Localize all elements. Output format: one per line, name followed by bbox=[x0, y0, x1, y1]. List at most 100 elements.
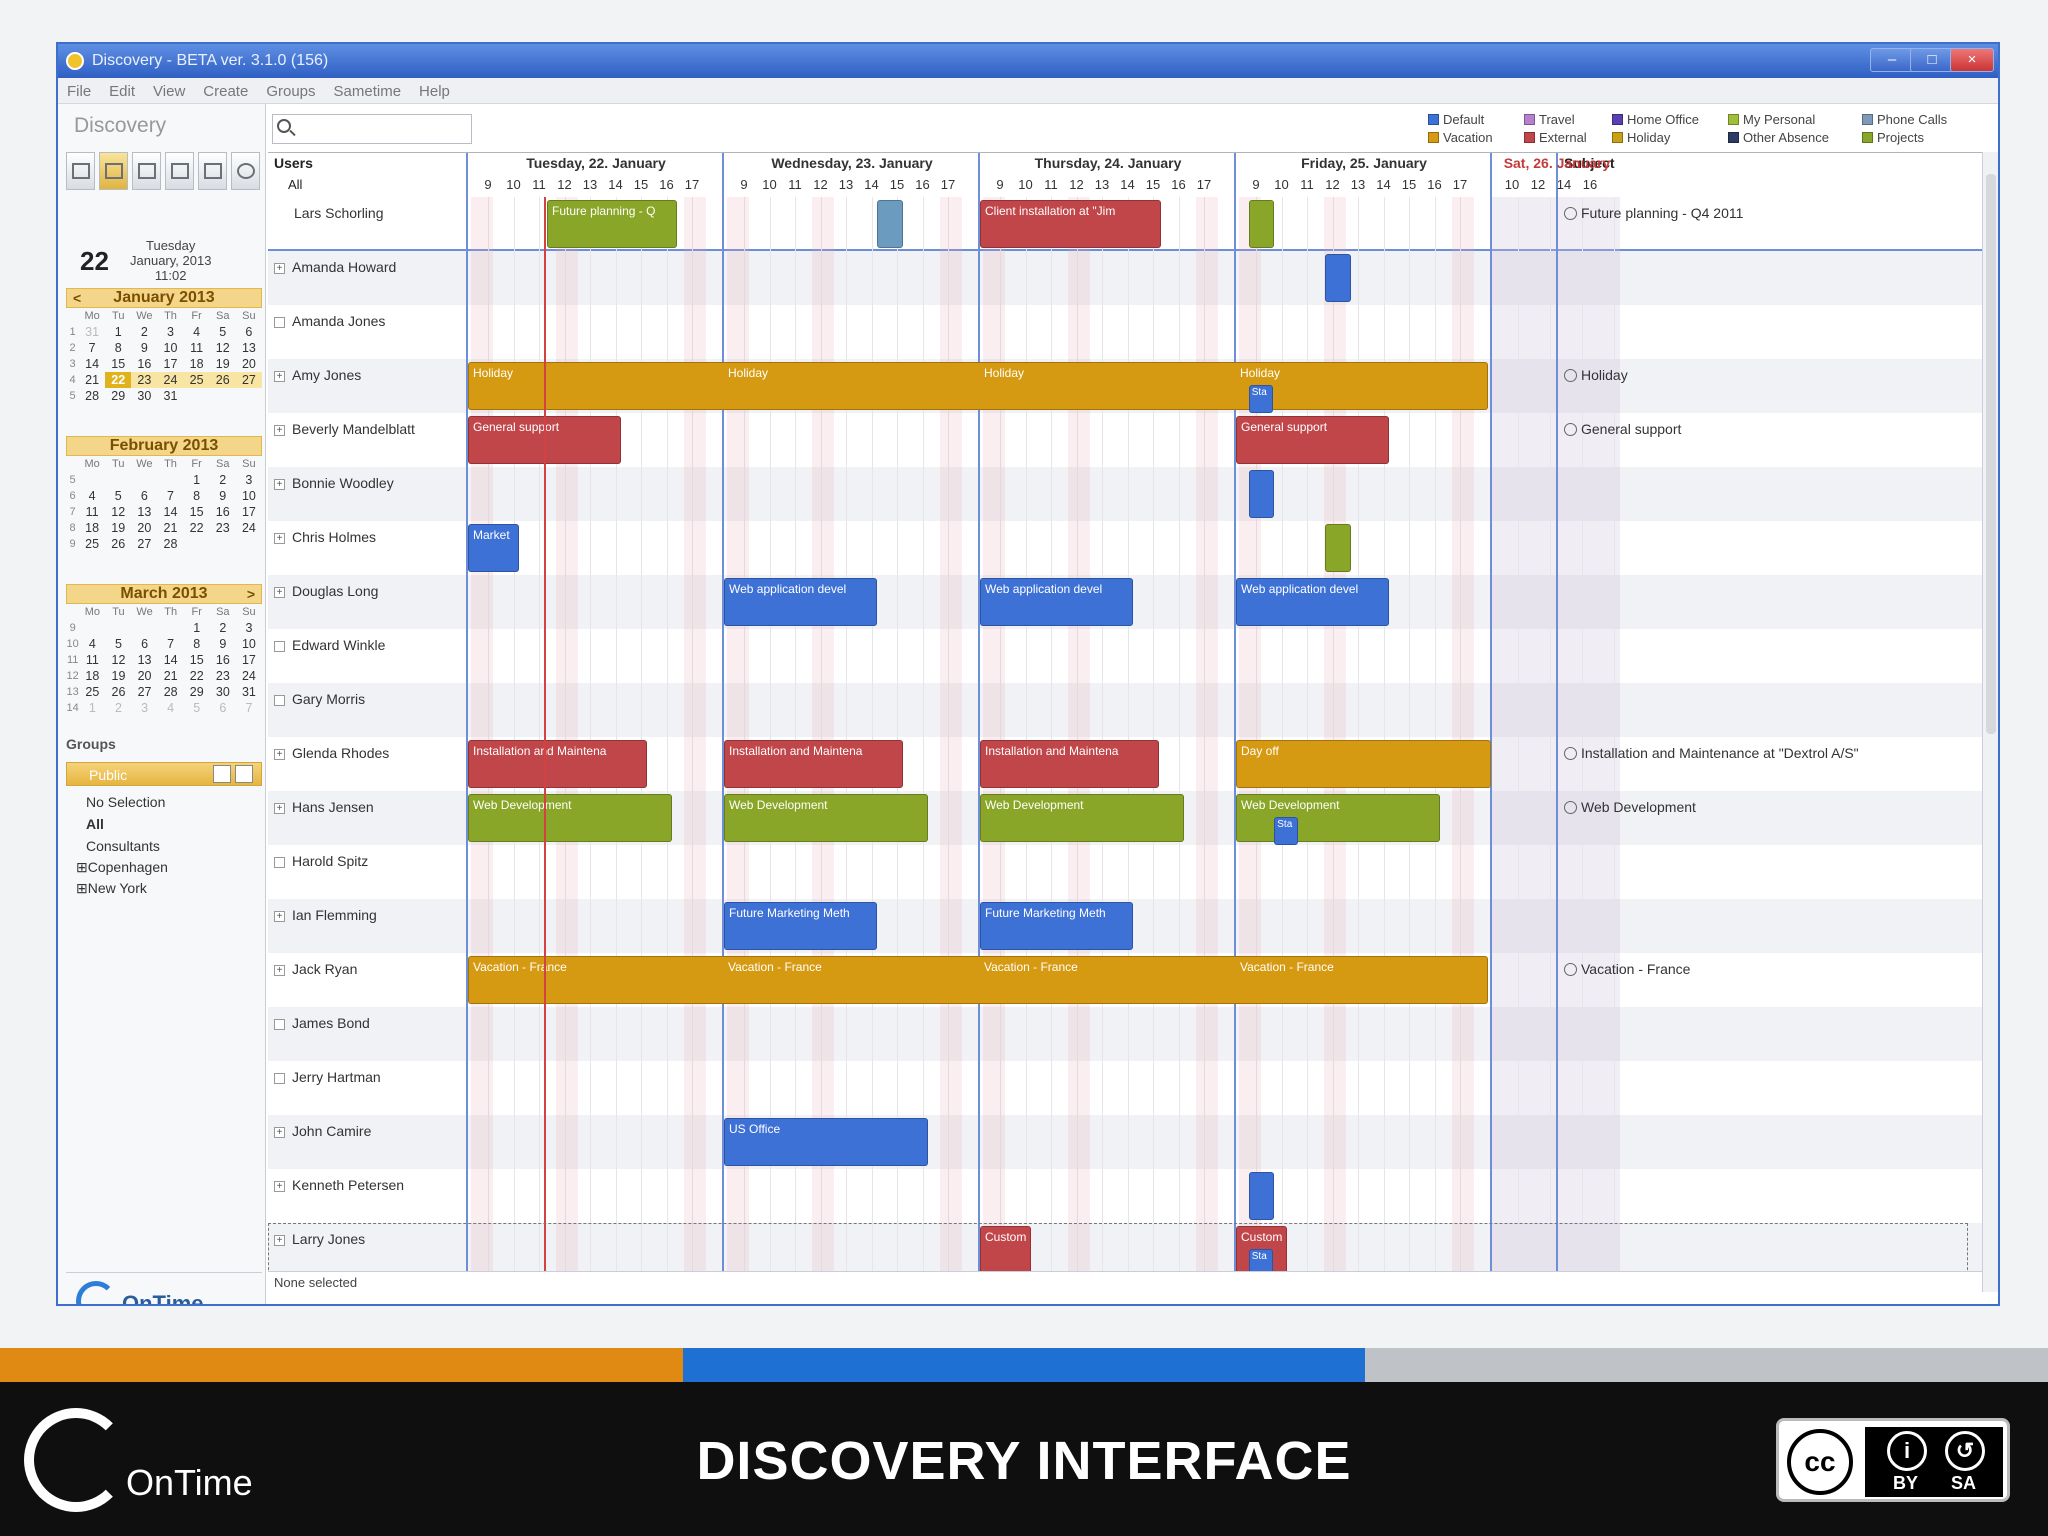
user-name[interactable]: Amanda Howard bbox=[292, 259, 396, 275]
calendar-day[interactable]: 2 bbox=[105, 700, 131, 716]
user-name[interactable]: Lars Schorling bbox=[294, 205, 384, 221]
calendar-day[interactable]: 24 bbox=[236, 668, 262, 684]
calendar-day[interactable]: 5 bbox=[184, 700, 210, 716]
user-row[interactable] bbox=[268, 1007, 1996, 1061]
menu-groups[interactable]: Groups bbox=[257, 78, 324, 100]
expand-icon[interactable] bbox=[274, 1073, 285, 1084]
view-folder-button[interactable] bbox=[198, 152, 227, 190]
day-header[interactable]: Thursday, 24. January bbox=[980, 155, 1236, 171]
calendar-day[interactable]: 3 bbox=[236, 620, 262, 636]
calendar-day[interactable]: 18 bbox=[184, 356, 210, 372]
calendar-day[interactable]: 5 bbox=[105, 488, 131, 504]
calendar-event[interactable]: Holiday bbox=[468, 362, 1488, 410]
user-name[interactable]: Ian Flemming bbox=[292, 907, 377, 923]
calendar-day[interactable]: 24 bbox=[157, 372, 184, 388]
calendar-day[interactable]: 7 bbox=[158, 636, 184, 652]
expand-icon[interactable]: + bbox=[274, 371, 285, 382]
view-timeline-button[interactable] bbox=[165, 152, 194, 190]
calendar-day[interactable]: 6 bbox=[132, 636, 158, 652]
calendar-day[interactable]: 9 bbox=[131, 340, 157, 356]
expand-icon[interactable]: + bbox=[274, 479, 285, 490]
calendar-day[interactable]: 13 bbox=[132, 652, 158, 668]
calendar-day[interactable]: 26 bbox=[209, 372, 236, 388]
event-label[interactable]: Vacation - France bbox=[984, 960, 1078, 974]
calendar-day[interactable]: 27 bbox=[132, 684, 158, 700]
calendar-day[interactable]: 16 bbox=[210, 652, 236, 668]
view-week-button[interactable] bbox=[99, 152, 128, 190]
calendar-day[interactable]: 27 bbox=[235, 372, 262, 388]
calendar-day[interactable]: 3 bbox=[236, 472, 262, 488]
calendar-day[interactable] bbox=[236, 388, 262, 404]
calendar-event[interactable]: General support bbox=[1236, 416, 1389, 464]
group-item-no-selection[interactable]: No Selection bbox=[86, 794, 165, 810]
calendar-day[interactable]: 6 bbox=[236, 324, 262, 340]
event-label[interactable]: Holiday bbox=[984, 366, 1024, 380]
calendar-event[interactable]: Vacation - France bbox=[468, 956, 1488, 1004]
calendar-day[interactable]: 18 bbox=[79, 520, 105, 536]
user-row[interactable] bbox=[268, 1115, 1996, 1169]
calendar-day[interactable]: 14 bbox=[158, 652, 184, 668]
calendar-day[interactable]: 20 bbox=[236, 356, 262, 372]
user-name[interactable]: James Bond bbox=[292, 1015, 370, 1031]
group-item-copenhagen[interactable]: ⊞Copenhagen bbox=[76, 859, 168, 876]
next-month-icon[interactable]: > bbox=[247, 585, 255, 603]
calendar-event[interactable]: Web Development bbox=[724, 794, 928, 842]
calendar-day[interactable] bbox=[236, 536, 262, 552]
event-label[interactable]: Vacation - France bbox=[1240, 960, 1334, 974]
calendar-day[interactable]: 4 bbox=[158, 700, 184, 716]
expand-icon[interactable] bbox=[274, 641, 285, 652]
calendar-day[interactable]: 13 bbox=[236, 340, 262, 356]
calendar-day[interactable]: 31 bbox=[157, 388, 183, 404]
menu-file[interactable]: File bbox=[58, 78, 100, 100]
calendar-day[interactable] bbox=[132, 620, 158, 636]
calendar-day[interactable]: 1 bbox=[105, 324, 131, 340]
user-row[interactable] bbox=[268, 1169, 1996, 1223]
calendar-day[interactable]: 1 bbox=[79, 700, 105, 716]
group-selected[interactable]: Public bbox=[66, 762, 262, 786]
calendar-day[interactable]: 28 bbox=[157, 536, 183, 552]
calendar-day[interactable]: 23 bbox=[210, 668, 236, 684]
view-day-button[interactable] bbox=[66, 152, 95, 190]
calendar-day[interactable] bbox=[184, 388, 210, 404]
user-name[interactable]: Kenneth Petersen bbox=[292, 1177, 404, 1193]
user-name[interactable]: Amy Jones bbox=[292, 367, 361, 383]
calendar-event[interactable] bbox=[1248, 470, 1275, 518]
calendar-day[interactable]: 20 bbox=[131, 520, 157, 536]
calendar-event[interactable]: Installation and Maintena bbox=[980, 740, 1159, 788]
menu-help[interactable]: Help bbox=[410, 78, 459, 100]
menu-sametime[interactable]: Sametime bbox=[325, 78, 411, 100]
calendar-day[interactable]: 18 bbox=[79, 668, 105, 684]
calendar-day[interactable]: 7 bbox=[79, 340, 105, 356]
calendar-day[interactable]: 19 bbox=[210, 356, 236, 372]
user-name[interactable]: Jerry Hartman bbox=[292, 1069, 381, 1085]
calendar-day[interactable]: 14 bbox=[79, 356, 105, 372]
expand-icon[interactable] bbox=[274, 1019, 285, 1030]
user-name[interactable]: Harold Spitz bbox=[292, 853, 368, 869]
calendar-day[interactable]: 17 bbox=[236, 504, 262, 520]
menu-edit[interactable]: Edit bbox=[100, 78, 144, 100]
calendar-event[interactable]: Web application devel bbox=[1236, 578, 1389, 626]
calendar-day[interactable]: 20 bbox=[132, 668, 158, 684]
calendar-event[interactable]: Day off bbox=[1236, 740, 1491, 788]
calendar-day[interactable]: 19 bbox=[105, 668, 131, 684]
user-name[interactable]: Edward Winkle bbox=[292, 637, 385, 653]
calendar-day[interactable]: 31 bbox=[79, 324, 105, 340]
calendar-day[interactable]: 10 bbox=[236, 636, 262, 652]
calendar-day[interactable]: 9 bbox=[210, 488, 236, 504]
calendar-day[interactable]: 5 bbox=[210, 324, 236, 340]
user-row[interactable] bbox=[268, 467, 1996, 521]
user-name[interactable]: John Camire bbox=[292, 1123, 371, 1139]
calendar-event[interactable] bbox=[877, 200, 903, 248]
user-name[interactable]: Glenda Rhodes bbox=[292, 745, 389, 761]
calendar-day[interactable]: 21 bbox=[158, 668, 184, 684]
expand-icon[interactable] bbox=[274, 695, 285, 706]
calendar-day[interactable]: 2 bbox=[131, 324, 157, 340]
calendar-event[interactable]: Market bbox=[468, 524, 519, 572]
calendar-day[interactable]: 4 bbox=[79, 636, 105, 652]
day-header[interactable]: Wednesday, 23. January bbox=[724, 155, 980, 171]
group-item-all[interactable]: All bbox=[86, 816, 104, 832]
calendar-day[interactable]: 7 bbox=[236, 700, 262, 716]
calendar-event[interactable]: Future planning - Q bbox=[547, 200, 678, 248]
settings-button[interactable] bbox=[231, 152, 260, 190]
calendar-day[interactable] bbox=[184, 536, 210, 552]
